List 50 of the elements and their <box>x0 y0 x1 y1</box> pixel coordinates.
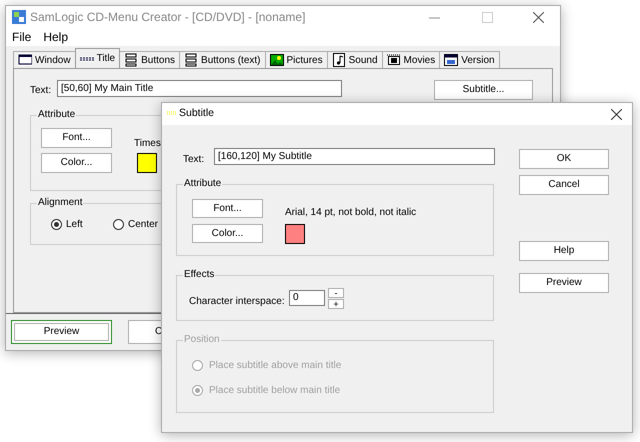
preview-button[interactable]: Preview <box>11 320 112 344</box>
radio-label: Center <box>128 218 158 232</box>
app-icon <box>12 10 26 24</box>
font-description: Times <box>134 137 161 151</box>
radio-label: Place subtitle above main title <box>209 359 342 373</box>
close-icon <box>533 12 544 22</box>
spin-field[interactable]: 0 <box>289 290 325 306</box>
field-label: Text: <box>30 84 52 98</box>
radio-label: Place subtitle below main title <box>209 384 340 398</box>
tab[interactable]: Buttons <box>119 51 180 68</box>
font-button[interactable]: Font... <box>41 128 112 148</box>
note-icon <box>332 53 346 67</box>
color-button[interactable]: Color... <box>41 153 112 173</box>
text-field[interactable]: [160,120] My Subtitle <box>214 148 495 165</box>
window-title: SamLogic CD-Menu Creator - [CD/DVD] - [noname] <box>30 9 306 26</box>
dialog-title: Subtitle <box>179 106 216 122</box>
subtitle-button[interactable]: Subtitle... <box>434 80 533 100</box>
tab[interactable]: Title <box>74 48 120 68</box>
tab[interactable]: Buttons (text) <box>179 51 266 68</box>
help-button[interactable]: Help <box>519 241 609 261</box>
list-icon <box>184 53 198 67</box>
field-label: Character interspace: <box>189 295 285 309</box>
menu-item[interactable]: Help <box>43 28 68 46</box>
window-icon <box>444 53 458 67</box>
close-icon <box>611 108 622 120</box>
radio-button[interactable] <box>51 219 62 230</box>
menu-item[interactable]: File <box>12 28 32 46</box>
ok-button[interactable]: OK <box>519 149 609 169</box>
tab[interactable]: Sound <box>326 51 383 68</box>
font-button[interactable]: Font... <box>192 199 263 218</box>
text-field[interactable]: [50,60] My Main Title <box>57 80 342 97</box>
tab[interactable]: Window <box>13 51 76 68</box>
color-button[interactable]: Color... <box>192 224 263 243</box>
preview-button[interactable]: Preview <box>519 273 609 293</box>
field-label: Text: <box>183 153 204 167</box>
film-icon <box>386 53 401 67</box>
window-icon <box>18 53 32 67</box>
increment-button[interactable]: + <box>328 299 344 309</box>
radio-button[interactable] <box>113 219 124 230</box>
font-description: Arial, 14 pt, not bold, not italic <box>285 206 416 220</box>
radio-label: Left <box>66 218 83 232</box>
group-label: Alignment <box>37 197 84 209</box>
list-icon <box>124 53 138 67</box>
cancel-button[interactable]: Cancel <box>519 175 609 195</box>
picture-icon <box>270 53 284 67</box>
maximize-icon <box>482 12 493 22</box>
tab[interactable]: Pictures <box>264 51 328 68</box>
decrement-button[interactable]: - <box>328 288 344 298</box>
tab[interactable]: Version <box>439 51 500 68</box>
tab[interactable]: Movies <box>382 51 440 68</box>
